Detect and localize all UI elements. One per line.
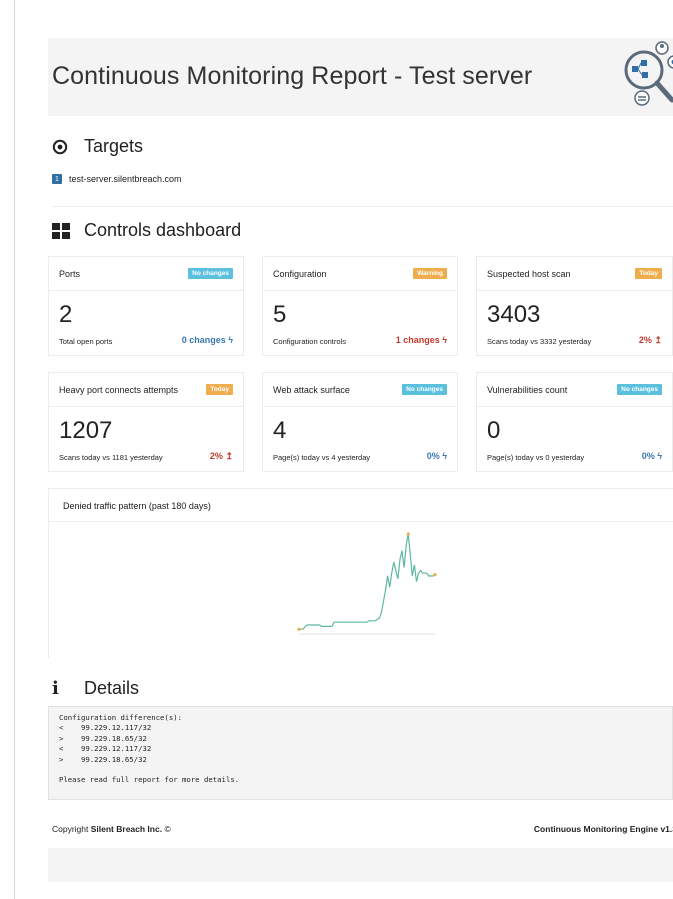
card-delta-text: 0% <box>426 451 440 461</box>
status-badge: No changes <box>402 384 447 395</box>
card-subtitle: Scans today vs 3332 yesterday <box>487 337 592 346</box>
bolt-icon: ϟ <box>657 451 662 461</box>
arrow-up-icon: ↥ <box>654 335 662 345</box>
card-delta: 0% ϟ <box>427 451 447 461</box>
host-scan-card: Suspected host scan Today 3403 Scans tod… <box>476 256 673 356</box>
report-page: Continuous Monitoring Report - Test serv… <box>48 38 673 882</box>
copyright-prefix: Copyright <box>52 824 91 834</box>
card-subtitle: Total open ports <box>59 337 113 346</box>
target-index-badge: 1 <box>52 174 62 184</box>
traffic-series-line <box>299 533 436 630</box>
card-title: Suspected host scan <box>487 269 571 279</box>
status-badge: Today <box>635 268 662 279</box>
bolt-icon: ϟ <box>442 451 447 461</box>
web-attack-card: Web attack surface No changes 4 Page(s) … <box>262 372 458 472</box>
card-delta-text: 2% <box>209 451 223 461</box>
copyright-text: Copyright Silent Breach Inc. © <box>52 824 171 834</box>
monitoring-logo-icon <box>624 41 673 106</box>
card-title: Vulnerabilities count <box>487 385 568 395</box>
dashboard-grid-icon <box>52 222 74 239</box>
status-badge: No changes <box>617 384 662 395</box>
card-title: Ports <box>59 269 81 279</box>
report-title: Continuous Monitoring Report - Test serv… <box>52 62 533 90</box>
traffic-chart-panel: Denied traffic pattern (past 180 days) <box>48 488 673 658</box>
card-delta-text: 0 changes <box>181 335 226 345</box>
card-title: Heavy port connects attempts <box>59 385 179 395</box>
vulnerabilities-card: Vulnerabilities count No changes 0 Page(… <box>476 372 673 472</box>
card-title: Configuration <box>273 269 327 279</box>
card-delta: 2% ↥ <box>210 451 233 462</box>
footer-bar <box>48 848 673 882</box>
targets-heading-label: Targets <box>84 136 144 156</box>
company-name: Silent Breach Inc. <box>90 824 163 834</box>
card-delta: 1 changes ϟ <box>396 335 447 345</box>
card-title: Web attack surface <box>273 385 350 395</box>
dashboard-heading: Controls dashboard <box>52 220 241 241</box>
card-delta: 2% ↥ <box>639 335 662 346</box>
card-value: 2 <box>59 301 73 328</box>
card-value: 1207 <box>59 417 113 444</box>
details-text: Configuration difference(s): < 99.229.12… <box>59 713 240 785</box>
left-margin-rule <box>14 0 15 899</box>
dashboard-heading-label: Controls dashboard <box>84 220 242 240</box>
card-delta-text: 0% <box>641 451 655 461</box>
card-value: 4 <box>273 417 287 444</box>
series-end-marker <box>433 573 437 577</box>
card-subtitle: Page(s) today vs 0 yesterday <box>487 453 585 462</box>
info-icon: i <box>52 678 59 699</box>
card-subtitle: Page(s) today vs 4 yesterday <box>273 453 371 462</box>
card-value: 5 <box>273 301 287 328</box>
card-subtitle: Scans today vs 1181 yesterday <box>59 453 163 462</box>
engine-version: Continuous Monitoring Engine v1.3 <box>533 824 673 834</box>
report-header: Continuous Monitoring Report - Test serv… <box>48 38 673 116</box>
details-heading: i Details <box>52 678 139 699</box>
status-badge: Today <box>206 384 233 395</box>
targets-heading: Targets <box>52 136 143 157</box>
arrow-up-icon: ↥ <box>225 451 233 461</box>
card-delta: 0 changes ϟ <box>182 335 233 345</box>
details-panel: Configuration difference(s): < 99.229.12… <box>48 706 673 800</box>
card-value: 3403 <box>487 301 541 328</box>
series-peak-marker <box>406 532 410 536</box>
bolt-icon: ϟ <box>442 335 447 345</box>
configuration-card: Configuration Warning 5 Configuration co… <box>262 256 458 356</box>
chart-title: Denied traffic pattern (past 180 days) <box>63 501 211 511</box>
port-connects-card: Heavy port connects attempts Today 1207 … <box>48 372 244 472</box>
bolt-icon: ϟ <box>228 335 233 345</box>
series-start-marker <box>297 627 301 631</box>
target-circle-icon <box>52 139 74 155</box>
status-badge: Warning <box>413 268 447 279</box>
card-delta: 0% ϟ <box>642 451 662 461</box>
card-value: 0 <box>487 417 501 444</box>
section-divider <box>52 206 673 207</box>
card-delta-text: 1 changes <box>395 335 440 345</box>
status-badge: No changes <box>188 268 233 279</box>
card-delta-text: 2% <box>638 335 652 345</box>
target-item: 1 test-server.silentbreach.com <box>52 174 182 184</box>
ports-card: Ports No changes 2 Total open ports 0 ch… <box>48 256 244 356</box>
details-heading-label: Details <box>84 678 140 698</box>
copyright-symbol: © <box>162 824 171 834</box>
target-host: test-server.silentbreach.com <box>69 174 182 184</box>
card-subtitle: Configuration controls <box>273 337 346 346</box>
traffic-line-chart <box>297 532 437 635</box>
